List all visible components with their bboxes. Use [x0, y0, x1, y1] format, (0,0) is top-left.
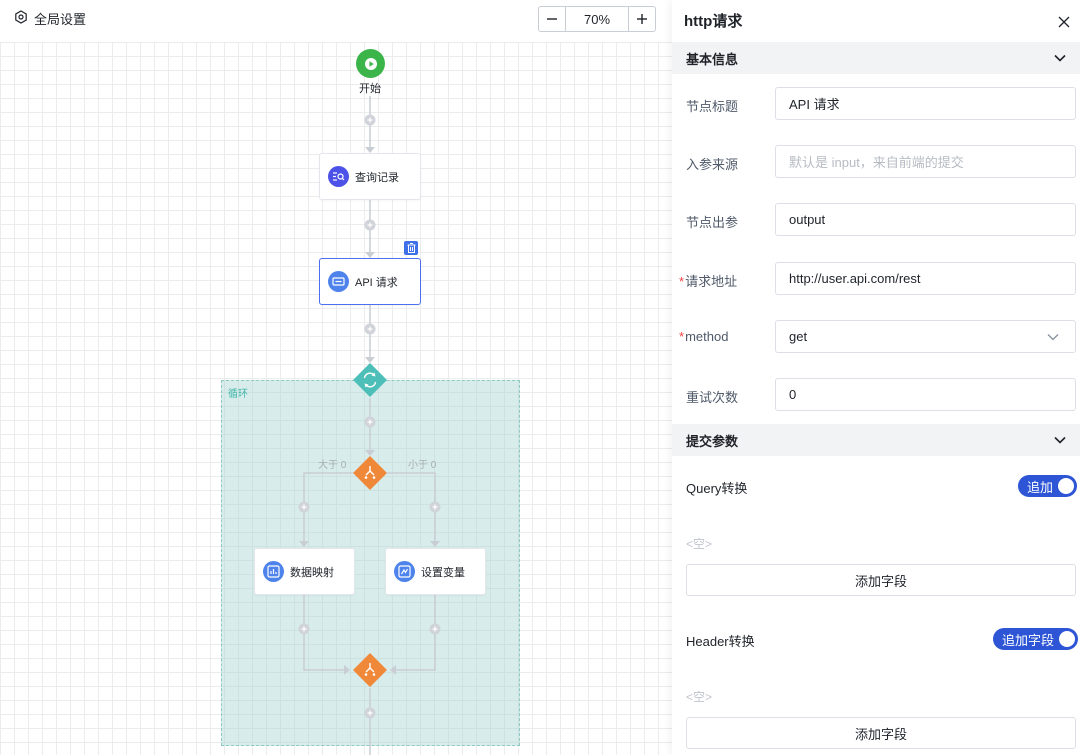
global-settings-button[interactable]: 全局设置	[14, 9, 86, 28]
method-label: *method	[679, 329, 729, 344]
toggle-label: 追加	[1027, 479, 1054, 495]
chevron-down-icon	[1047, 333, 1059, 340]
panel-title: http请求	[684, 13, 743, 30]
add-node-dot[interactable]	[298, 501, 310, 513]
data-mapping-node[interactable]: 数据映射	[254, 548, 355, 595]
merge-node[interactable]	[353, 653, 387, 687]
close-button[interactable]	[1057, 15, 1071, 29]
node-label: 设置变量	[421, 566, 465, 579]
variable-icon	[394, 561, 415, 582]
node-title-label: 节点标题	[686, 99, 739, 114]
method-value: get	[789, 329, 808, 344]
retry-count-input[interactable]: 0	[775, 378, 1076, 411]
node-config-panel: http请求 基本信息 节点标题 API 请求 入参来源 默认是 input，来…	[672, 0, 1080, 755]
trash-icon	[407, 243, 415, 253]
basic-info-section-header[interactable]: 基本信息	[672, 42, 1080, 74]
zoom-in-button[interactable]	[629, 7, 655, 31]
start-label: 开始	[359, 83, 381, 95]
set-variable-node[interactable]: 设置变量	[385, 548, 486, 595]
node-output-input[interactable]: output	[775, 203, 1076, 236]
settings-icon	[14, 10, 28, 27]
node-output-label: 节点出参	[686, 215, 739, 230]
header-transform-toggle[interactable]: 追加字段	[993, 628, 1079, 650]
toggle-label: 追加字段	[1002, 632, 1055, 648]
toggle-knob	[1059, 631, 1076, 647]
add-node-dot[interactable]	[429, 501, 441, 513]
zoom-out-button[interactable]	[539, 7, 565, 31]
plus-icon	[637, 14, 647, 24]
input-source-input[interactable]: 默认是 input，来自前端的提交	[775, 145, 1076, 178]
add-node-dot[interactable]	[429, 623, 441, 635]
empty-placeholder: <空>	[686, 690, 713, 704]
required-mark: *	[679, 329, 685, 344]
request-url-label: *请求地址	[679, 274, 738, 289]
submit-params-section-header[interactable]: 提交参数	[672, 424, 1080, 456]
add-node-dot[interactable]	[298, 623, 310, 635]
branch-label-greater: 大于 0	[318, 460, 347, 471]
api-icon	[328, 271, 349, 292]
api-request-node[interactable]: API 请求	[319, 258, 421, 305]
input-source-label: 入参来源	[686, 157, 739, 172]
delete-node-button[interactable]	[404, 241, 418, 255]
branch-node[interactable]	[353, 456, 387, 490]
add-node-dot[interactable]	[364, 416, 376, 428]
start-node[interactable]	[356, 49, 385, 78]
header-transform-label: Header转换	[686, 634, 755, 649]
chevron-down-icon	[1054, 54, 1066, 62]
flow-canvas[interactable]: 全局设置 70% 循环 开始 查询记录 API 请求 大于 0 小于 0 数据映…	[0, 0, 672, 755]
add-node-dot[interactable]	[364, 323, 376, 335]
node-title-input[interactable]: API 请求	[775, 87, 1076, 120]
retry-count-label: 重试次数	[686, 390, 739, 405]
section-title: 提交参数	[686, 433, 739, 449]
node-label: 数据映射	[290, 566, 334, 579]
add-query-field-button[interactable]: 添加字段	[686, 564, 1076, 596]
add-header-field-button[interactable]: 添加字段	[686, 717, 1076, 749]
global-settings-label: 全局设置	[34, 12, 87, 27]
node-label: 查询记录	[355, 171, 399, 184]
add-node-dot[interactable]	[364, 219, 376, 231]
method-select[interactable]: get	[775, 320, 1076, 353]
query-transform-label: Query转换	[686, 481, 748, 496]
search-list-icon	[328, 166, 349, 187]
zoom-level: 70%	[565, 7, 629, 31]
required-mark: *	[679, 274, 685, 289]
query-transform-toggle[interactable]: 追加	[1018, 475, 1078, 497]
zoom-control: 70%	[538, 6, 656, 32]
canvas-toolbar: 全局设置 70%	[0, 0, 672, 42]
loop-node[interactable]	[353, 363, 387, 397]
query-records-node[interactable]: 查询记录	[319, 153, 421, 200]
node-label: API 请求	[355, 276, 398, 289]
section-title: 基本信息	[686, 51, 739, 67]
request-url-input[interactable]: http://user.api.com/rest	[775, 262, 1076, 295]
chevron-down-icon	[1054, 436, 1066, 444]
chart-icon	[263, 561, 284, 582]
add-node-dot[interactable]	[364, 707, 376, 719]
flow-connectors	[298, 96, 441, 755]
close-icon	[1058, 16, 1070, 28]
play-icon	[364, 57, 377, 70]
add-node-dot[interactable]	[364, 114, 376, 126]
toggle-knob	[1058, 478, 1075, 494]
branch-label-less: 小于 0	[408, 460, 437, 471]
minus-icon	[547, 18, 557, 20]
empty-placeholder: <空>	[686, 537, 713, 551]
